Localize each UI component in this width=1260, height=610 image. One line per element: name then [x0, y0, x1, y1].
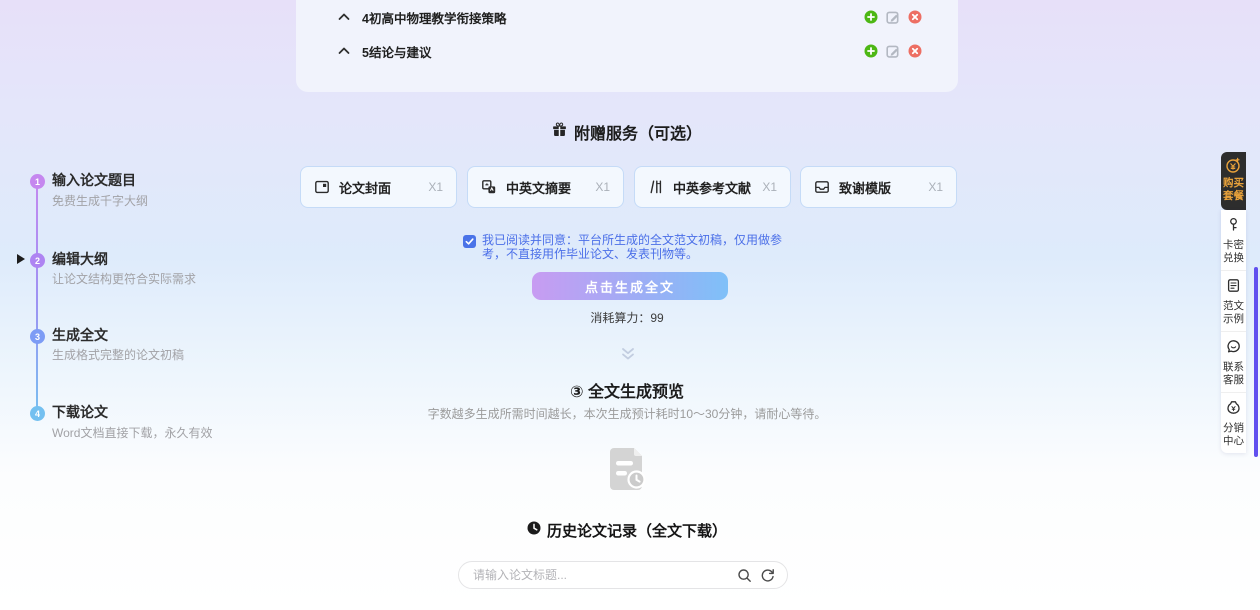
service-card-references[interactable]: 中英参考文献 X1: [634, 166, 791, 208]
cover-icon: [314, 179, 330, 195]
document-pending-icon: [608, 446, 648, 497]
service-card-count: X1: [428, 180, 443, 194]
rail-item-card-redeem[interactable]: 卡密兑换: [1221, 210, 1246, 270]
edit-section-icon[interactable]: [886, 44, 900, 58]
refresh-icon[interactable]: [760, 568, 775, 583]
generate-fulltext-button[interactable]: 点击生成全文: [532, 272, 728, 300]
step-1-title: 输入论文题目: [52, 170, 136, 190]
compute-cost-label: 消耗算力：99: [296, 309, 958, 326]
outline-row: 4初高中物理教学衔接策略: [296, 4, 958, 30]
service-card-label: 中英参考文献: [673, 178, 751, 197]
chevron-up-icon[interactable]: [338, 11, 350, 23]
search-input[interactable]: [473, 568, 737, 582]
chevron-up-icon[interactable]: [338, 45, 350, 57]
step-2-title: 编辑大纲: [52, 249, 108, 269]
step-3-subtitle: 生成格式完整的论文初稿: [52, 346, 184, 363]
key-icon: [1226, 217, 1241, 237]
rail-item-label: 范文示例: [1222, 300, 1245, 325]
stepper-connector-line: [36, 183, 38, 419]
step-2-badge: 2: [30, 253, 45, 268]
current-step-arrow-icon: [17, 254, 25, 264]
agreement-text: 我已阅读并同意：平台所生成的全文范文初稿，仅用做参考，不直接用作毕业论文、发表刊…: [482, 234, 795, 261]
step-4-title: 下载论文: [52, 402, 108, 422]
outline-row-actions: [864, 10, 922, 24]
agreement-row: 我已阅读并同意：平台所生成的全文范文初稿，仅用做参考，不直接用作毕业论文、发表刊…: [463, 234, 795, 261]
history-search-bar: [458, 561, 788, 589]
step-1-badge: 1: [30, 174, 45, 189]
step-4-subtitle: Word文档直接下载，永久有效: [52, 424, 212, 441]
outline-chapter-title: 5结论与建议: [362, 42, 431, 61]
translate-icon: [481, 179, 497, 195]
services-heading: 附赠服务（可选）: [296, 122, 958, 142]
step-4-badge: 4: [30, 406, 45, 421]
preview-note: 字数越多生成所需时间越长，本次生成预计耗时10～30分钟，请耐心等待。: [296, 405, 958, 422]
outline-row: 5结论与建议: [296, 38, 958, 64]
double-chevron-down-icon: [621, 347, 635, 366]
service-card-acknowledgement[interactable]: 致谢模版 X1: [800, 166, 957, 208]
clock-icon: [527, 521, 541, 540]
sample-doc-icon: [1226, 278, 1241, 298]
references-icon: [648, 179, 664, 195]
chat-icon: [1226, 339, 1241, 359]
rail-item-distribution-center[interactable]: 分销中心: [1221, 392, 1246, 453]
agreement-checkbox[interactable]: [463, 235, 476, 248]
outline-row-actions: [864, 44, 922, 58]
preview-heading: ③ 全文生成预览: [296, 378, 958, 402]
rail-item-label: 卡密兑换: [1222, 239, 1245, 264]
delete-section-icon[interactable]: [908, 44, 922, 58]
outline-chapter-title: 4初高中物理教学衔接策略: [362, 8, 506, 27]
delete-section-icon[interactable]: [908, 10, 922, 24]
money-bag-icon: [1226, 400, 1241, 420]
add-section-icon[interactable]: [864, 44, 878, 58]
service-card-abstract[interactable]: 中英文摘要 X1: [467, 166, 624, 208]
service-card-count: X1: [762, 180, 777, 194]
step-3-title: 生成全文: [52, 325, 108, 345]
history-heading-text: 历史论文记录（全文下载）: [547, 520, 727, 541]
step-2-subtitle: 让论文结构更符合实际需求: [52, 270, 196, 287]
outline-panel: 4初高中物理教学衔接策略 5结论与建议: [296, 0, 958, 92]
edit-section-icon[interactable]: [886, 10, 900, 24]
coin-yuan-icon: [1225, 157, 1242, 174]
service-card-label: 论文封面: [339, 178, 391, 197]
service-card-count: X1: [595, 180, 610, 194]
services-heading-text: 附赠服务（可选）: [574, 120, 702, 144]
rail-item-sample-papers[interactable]: 范文示例: [1221, 270, 1246, 331]
mail-icon: [814, 179, 830, 195]
gift-icon: [552, 122, 567, 142]
purchase-plan-label: 购买套餐: [1222, 177, 1245, 202]
page-scrollbar-thumb[interactable]: [1254, 267, 1258, 457]
side-rail: 卡密兑换 范文示例 联系客服 分销中心: [1221, 210, 1246, 453]
purchase-plan-tab[interactable]: 购买套餐: [1221, 152, 1246, 210]
add-section-icon[interactable]: [864, 10, 878, 24]
paper-generator-page: 4初高中物理教学衔接策略 5结论与建议: [0, 0, 1260, 610]
rail-item-label: 联系客服: [1222, 361, 1245, 386]
service-card-label: 致谢模版: [839, 178, 891, 197]
service-card-cover[interactable]: 论文封面 X1: [300, 166, 457, 208]
rail-item-contact-support[interactable]: 联系客服: [1221, 331, 1246, 392]
history-heading: 历史论文记录（全文下载）: [296, 521, 958, 539]
step-3-badge: 3: [30, 329, 45, 344]
search-icon[interactable]: [737, 568, 752, 583]
rail-item-label: 分销中心: [1222, 422, 1245, 447]
step-1-subtitle: 免费生成千字大纲: [52, 192, 148, 209]
service-card-label: 中英文摘要: [506, 178, 571, 197]
service-card-count: X1: [928, 180, 943, 194]
